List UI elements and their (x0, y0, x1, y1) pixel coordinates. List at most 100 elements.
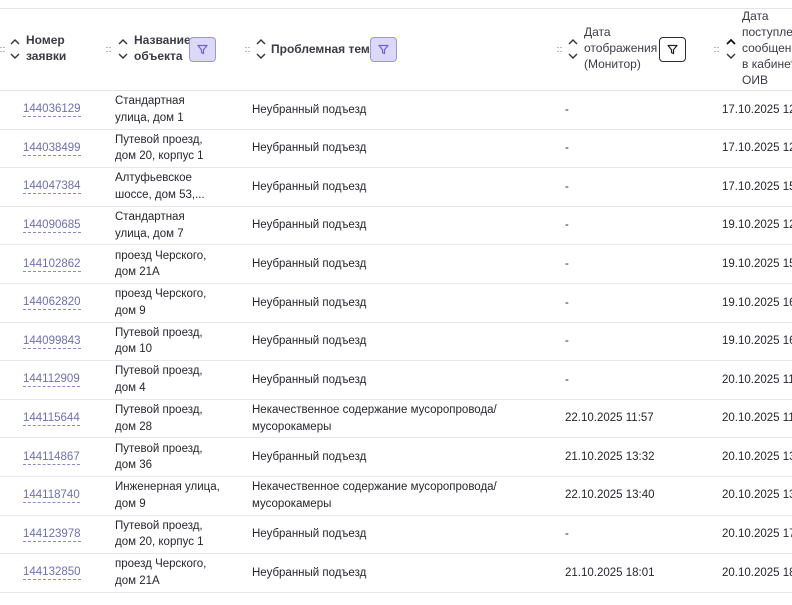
column-header-object[interactable]: Название объекта (134, 32, 191, 64)
display-date-cell: - (565, 219, 569, 232)
table-row[interactable]: 144112909 Путевой проезд, дом 4 Неубранный… (0, 361, 792, 400)
sort-arrows-icon[interactable] (256, 34, 266, 64)
request-number-cell: 144036129 (23, 91, 81, 129)
request-number-link[interactable]: 144123978 (23, 527, 81, 542)
sort-arrows-icon[interactable] (10, 34, 20, 64)
topic-cell: Некачественное содержание мусоропровода/… (252, 481, 497, 510)
table-row[interactable]: 144123978 Путевой проезд, дом 20, корпус … (0, 516, 792, 555)
object-name-cell: Стандартная улица, дом 1 (115, 95, 185, 124)
column-header-received-date[interactable]: Дата поступлен сообщени в кабинет ОИВ (742, 8, 792, 88)
topic-cell: Неубранный подъезд (252, 219, 367, 232)
table-row[interactable]: 144114867 Путевой проезд, дом 36 Неубранны… (0, 438, 792, 477)
request-number-cell: 144132850 (23, 554, 81, 592)
display-date-cell: 21.10.2025 18:01 (565, 566, 655, 579)
request-number-link[interactable]: 144090685 (23, 218, 81, 234)
table-row[interactable]: 144036129 Стандартная улица, дом 1 Неубран… (0, 91, 792, 130)
request-number-link[interactable]: 144099843 (23, 334, 81, 349)
received-date-cell: 19.10.2025 12 (722, 219, 792, 232)
column-header-topic[interactable]: Проблемная тема (271, 41, 376, 57)
topic-cell: Неубранный подъезд (252, 257, 367, 270)
drag-grip-icon[interactable] (557, 47, 562, 53)
sort-arrows-icon[interactable] (726, 34, 736, 64)
object-name-cell: Путевой проезд, дом 4 (115, 365, 203, 394)
topic-cell: Неубранный подъезд (252, 103, 367, 116)
topic-cell: Некачественное содержание мусоропровода/… (252, 404, 497, 433)
request-number-cell: 144114867 (23, 438, 80, 476)
request-number-cell: 144062820 (23, 284, 81, 322)
column-header-display-date[interactable]: Дата отображения (Монитор) (584, 24, 657, 72)
object-name-cell: Стандартная улица, дом 7 (115, 211, 185, 240)
object-name-cell: проезд Черского, дом 9 (115, 288, 207, 317)
topic-cell: Неубранный подъезд (252, 373, 367, 386)
table-row[interactable]: 144118740 Инженерная улица, дом 9 Некачест… (0, 477, 792, 516)
table-row[interactable]: 144090685 Стандартная улица, дом 7 Неубран… (0, 207, 792, 246)
request-number-link[interactable]: 144036129 (23, 102, 81, 118)
received-date-cell: 17.10.2025 12 (722, 103, 792, 116)
display-date-cell: - (565, 257, 569, 270)
request-number-link[interactable]: 144102862 (23, 257, 81, 272)
topic-cell: Неубранный подъезд (252, 180, 367, 193)
topic-cell: Неубранный подъезд (252, 566, 367, 579)
request-number-cell: 144112909 (23, 361, 80, 399)
request-number-link[interactable]: 144112909 (23, 372, 80, 388)
requests-table: Номер заявки Название объекта Проблемная… (0, 0, 792, 605)
funnel-filter-icon (378, 44, 389, 55)
request-number-cell: 144102862 (23, 245, 81, 283)
table-row[interactable]: 144047384 Алтуфьевское шоссе, дом 53,... Н… (0, 168, 792, 207)
table-body: 144036129 Стандартная улица, дом 1 Неубран… (0, 91, 792, 593)
topic-cell: Неубранный подъезд (252, 296, 367, 309)
topic-cell: Неубранный подъезд (252, 335, 367, 348)
received-date-cell: 20.10.2025 13 (722, 450, 792, 463)
request-number-cell: 144123978 (23, 516, 81, 554)
display-date-cell: 22.10.2025 11:57 (565, 412, 654, 425)
request-number-link[interactable]: 144114867 (23, 450, 80, 465)
received-date-cell: 19.10.2025 15 (722, 257, 792, 270)
request-number-link[interactable]: 144118740 (23, 488, 80, 504)
drag-grip-icon[interactable] (245, 47, 250, 53)
request-number-link[interactable]: 144062820 (23, 295, 81, 311)
display-date-cell: 21.10.2025 13:32 (565, 450, 655, 463)
table-row[interactable]: 144099843 Путевой проезд, дом 10 Неубранны… (0, 323, 792, 362)
object-name-cell: Путевой проезд, дом 10 (115, 326, 203, 356)
request-number-cell: 144115644 (23, 400, 80, 438)
object-name-cell: Алтуфьевское шоссе, дом 53,... (115, 172, 205, 201)
sort-arrows-icon[interactable] (568, 34, 578, 64)
request-number-cell: 144038499 (23, 130, 81, 168)
drag-grip-icon[interactable] (106, 47, 111, 53)
display-date-cell: - (565, 142, 569, 155)
table-row[interactable]: 144102862 проезд Черского, дом 21А Неубран… (0, 245, 792, 284)
received-date-cell: 20.10.2025 13 (722, 489, 792, 502)
topic-cell: Неубранный подъезд (252, 450, 367, 463)
received-date-cell: 20.10.2025 11 (722, 412, 792, 425)
funnel-filter-icon (197, 44, 208, 55)
topic-filter-button[interactable] (370, 37, 397, 62)
display-date-cell: - (565, 528, 569, 541)
received-date-cell: 19.10.2025 16 (722, 335, 792, 348)
received-date-cell: 20.10.2025 18 (722, 566, 792, 579)
column-header-number[interactable]: Номер заявки (26, 32, 66, 64)
sort-arrows-icon[interactable] (118, 34, 128, 64)
request-number-link[interactable]: 144132850 (23, 565, 81, 581)
display-date-filter-button[interactable] (659, 37, 686, 62)
object-filter-button[interactable] (189, 37, 216, 62)
received-date-cell: 20.10.2025 17 (722, 528, 792, 541)
display-date-cell: - (565, 335, 569, 348)
request-number-link[interactable]: 144047384 (23, 179, 81, 195)
request-number-link[interactable]: 144038499 (23, 141, 81, 156)
request-number-cell: 144047384 (23, 168, 81, 206)
table-row[interactable]: 144062820 проезд Черского, дом 9 Неубранны… (0, 284, 792, 323)
object-name-cell: проезд Черского, дом 21А (115, 558, 207, 587)
drag-grip-icon[interactable] (0, 47, 5, 53)
table-row[interactable]: 144132850 проезд Черского, дом 21А Неубран… (0, 554, 792, 593)
table-row[interactable]: 144038499 Путевой проезд, дом 20, корпус … (0, 130, 792, 169)
request-number-link[interactable]: 144115644 (23, 411, 80, 427)
received-date-cell: 17.10.2025 15 (722, 180, 792, 193)
display-date-cell: - (565, 373, 569, 386)
object-name-cell: Путевой проезд, дом 28 (115, 404, 203, 433)
object-name-cell: Инженерная улица, дом 9 (115, 481, 220, 510)
table-row[interactable]: 144115644 Путевой проезд, дом 28 Некачеств… (0, 400, 792, 439)
request-number-cell: 144090685 (23, 207, 81, 245)
drag-grip-icon[interactable] (714, 47, 719, 53)
table-header: Номер заявки Название объекта Проблемная… (0, 9, 792, 91)
display-date-cell: - (565, 103, 569, 116)
